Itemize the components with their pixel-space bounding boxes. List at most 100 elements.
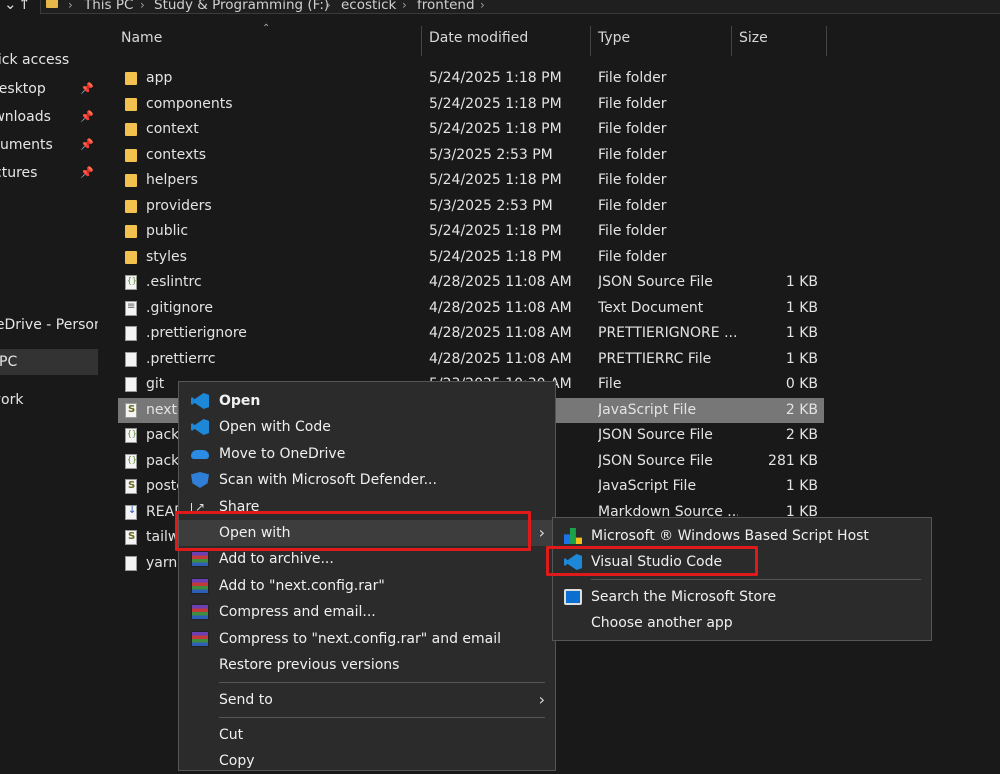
file-name: styles	[146, 248, 187, 265]
nav-onedrive[interactable]: OneDrive - Personal	[0, 312, 98, 338]
nav-network[interactable]: Network	[0, 387, 98, 413]
menu-item-compress-email[interactable]: Compress and email...	[179, 599, 555, 625]
file-size: 281 KB	[768, 452, 818, 469]
menu-label: Add to "next.config.rar"	[219, 578, 385, 594]
column-header-size[interactable]: Size	[739, 30, 768, 46]
file-size: 2 KB	[785, 427, 818, 443]
file-date: 5/3/2025 2:53 PM	[429, 197, 553, 214]
nav-this-pc[interactable]: This PC	[0, 349, 98, 375]
column-divider[interactable]	[826, 26, 827, 56]
menu-item-restore[interactable]: Restore previous versions	[179, 652, 555, 678]
file-row[interactable]: components 5/24/2025 1:18 PM File folder	[118, 92, 824, 117]
menu-label: Open with Code	[219, 419, 331, 435]
file-row[interactable]: app 5/24/2025 1:18 PM File folder	[118, 66, 824, 91]
file-row[interactable]: .gitignore 4/28/2025 11:08 AM Text Documen…	[118, 296, 824, 321]
file-name: .eslintrc	[146, 274, 202, 290]
menu-label: Compress to "next.config.rar" and email	[219, 631, 502, 647]
file-type: File folder	[598, 70, 667, 86]
context-menu: Open Open with Code Move to OneDrive Sca…	[178, 381, 556, 771]
js-file-icon	[125, 479, 137, 494]
column-divider[interactable]	[590, 26, 591, 56]
folder-file-icon	[125, 123, 137, 136]
file-type: File folder	[598, 121, 667, 137]
breadcrumb-frontend[interactable]: frontend	[417, 0, 475, 13]
sort-caret-icon: ⌃	[262, 23, 271, 34]
json-file-icon	[125, 428, 137, 443]
file-type: File folder	[598, 146, 667, 163]
file-row[interactable]: .eslintrc 4/28/2025 11:08 AM JSON Source F…	[118, 270, 824, 295]
menu-item-copy[interactable]: Copy	[179, 748, 555, 774]
navigation-pane: Quick access Desktop 📌 Downloads 📌 Documen…	[0, 16, 98, 759]
folder-file-icon	[125, 250, 137, 264]
nav-label: OneDrive - Personal	[0, 317, 98, 333]
file-name: .prettierignore	[146, 325, 247, 341]
breadcrumb-this-pc[interactable]: This PC	[84, 0, 133, 13]
file-row[interactable]: styles 5/24/2025 1:18 PM File folder	[118, 245, 824, 270]
submenu-item-search-store[interactable]: Search the Microsoft Store	[553, 584, 931, 610]
file-type: File folder	[598, 248, 667, 265]
menu-item-open[interactable]: Open	[179, 388, 555, 414]
file-name: helpers	[146, 172, 198, 188]
menu-label: Restore previous versions	[219, 657, 400, 673]
pin-icon: 📌	[80, 82, 94, 95]
menu-item-open-with-code[interactable]: Open with Code	[179, 414, 555, 440]
chevron-down-icon[interactable]: ⌄	[4, 0, 17, 14]
nav-label: Desktop	[0, 81, 46, 97]
json-file-icon	[125, 453, 137, 469]
nav-quick-access[interactable]: Quick access	[0, 47, 98, 73]
folder-file-icon	[125, 148, 137, 162]
file-row[interactable]: providers 5/3/2025 2:53 PM File folder	[118, 194, 824, 219]
file-size: 1 KB	[785, 274, 818, 290]
file-date: 5/24/2025 1:18 PM	[429, 70, 562, 86]
file-type: JavaScript File	[598, 401, 697, 418]
highlight-box-open-with	[175, 511, 531, 551]
submenu-item-choose-app[interactable]: Choose another app	[553, 610, 931, 636]
column-divider[interactable]	[421, 26, 422, 56]
file-size: 1 KB	[785, 350, 818, 367]
nav-downloads[interactable]: Downloads 📌	[0, 104, 98, 130]
onedrive-cloud-icon	[191, 450, 209, 459]
menu-label: Cut	[219, 727, 244, 743]
file-date: 5/24/2025 1:18 PM	[429, 248, 562, 265]
up-arrow-icon[interactable]: ↑	[18, 0, 31, 14]
vscode-icon	[191, 393, 209, 409]
pin-icon: 📌	[80, 110, 94, 123]
file-size: 1 KB	[785, 299, 818, 316]
column-header-name[interactable]: Name	[121, 30, 162, 46]
file-row[interactable]: context 5/24/2025 1:18 PM File folder	[118, 117, 824, 142]
file-date: 4/28/2025 11:08 AM	[429, 299, 572, 316]
js-file-icon	[125, 402, 137, 418]
menu-item-compress-rar-email[interactable]: Compress to "next.config.rar" and email	[179, 626, 555, 652]
breadcrumb-drive[interactable]: Study & Programming (F:)	[154, 0, 329, 13]
file-date: 5/24/2025 1:18 PM	[429, 95, 562, 112]
menu-item-send-to[interactable]: Send to ›	[179, 687, 555, 713]
file-type: PRETTIERRC File	[598, 350, 712, 367]
column-header-date[interactable]: Date modified	[429, 30, 528, 46]
column-header-type[interactable]: Type	[598, 30, 630, 46]
file-row[interactable]: contexts 5/3/2025 2:53 PM File folder	[118, 143, 824, 168]
file-row[interactable]: .prettierignore 4/28/2025 11:08 AM PRETTIE…	[118, 321, 824, 346]
file-name: contexts	[146, 146, 207, 163]
winrar-icon	[191, 631, 209, 647]
menu-label: Move to OneDrive	[219, 446, 346, 462]
file-row[interactable]: helpers 5/24/2025 1:18 PM File folder	[118, 168, 824, 193]
nav-label: Network	[0, 392, 24, 408]
file-row[interactable]: public 5/24/2025 1:18 PM File folder	[118, 219, 824, 244]
nav-pictures[interactable]: Pictures 📌	[0, 160, 98, 186]
nav-documents[interactable]: Documents 📌	[0, 132, 98, 158]
nav-label: Downloads	[0, 109, 51, 125]
file-row[interactable]: .prettierrc 4/28/2025 11:08 AM PRETTIERRC …	[118, 347, 824, 372]
menu-item-cut[interactable]: Cut	[179, 722, 555, 748]
column-divider[interactable]	[731, 26, 732, 56]
doc-file-icon	[125, 326, 137, 341]
file-type: JSON Source File	[598, 427, 713, 443]
breadcrumb-ecostick[interactable]: ecostick	[341, 0, 396, 13]
file-date: 5/24/2025 1:18 PM	[429, 172, 562, 188]
doc-file-icon	[125, 555, 137, 571]
menu-item-move-onedrive[interactable]: Move to OneDrive	[179, 441, 555, 467]
nav-desktop[interactable]: Desktop 📌	[0, 76, 98, 102]
menu-label: Send to	[219, 692, 273, 708]
vscode-icon	[191, 419, 209, 435]
menu-item-scan-defender[interactable]: Scan with Microsoft Defender...	[179, 467, 555, 493]
menu-item-add-rar[interactable]: Add to "next.config.rar"	[179, 573, 555, 599]
